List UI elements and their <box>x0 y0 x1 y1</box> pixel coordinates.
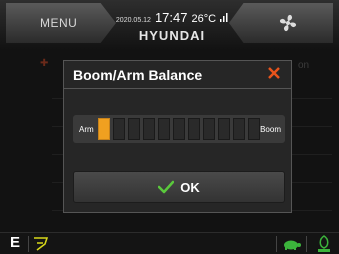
screen: MENU 2020.05.12 17:47 26°C HYUNDAI ✚ on … <box>0 0 339 254</box>
fan-icon <box>279 14 297 32</box>
close-icon <box>268 67 280 79</box>
temperature-text: 26°C <box>191 13 217 25</box>
slider-segment-active[interactable] <box>98 118 110 140</box>
menu-button[interactable]: MENU <box>6 3 116 43</box>
brand-logo: HYUNDAI <box>138 28 206 43</box>
menu-button-label: MENU <box>40 16 78 30</box>
time-text: 17:47 <box>154 10 188 25</box>
slider-segment[interactable] <box>113 118 125 140</box>
bottom-bar: E <box>0 232 339 254</box>
mode-e-indicator[interactable]: E <box>4 234 26 254</box>
slider-segment[interactable] <box>158 118 170 140</box>
balance-slider[interactable]: Arm Boom <box>73 115 285 143</box>
status-block: 2020.05.12 17:47 26°C HYUNDAI <box>112 0 232 50</box>
check-icon <box>158 180 175 194</box>
boom-arm-balance-dialog: Boom/Arm Balance Arm Boom OK <box>63 60 292 213</box>
signal-icon <box>220 9 228 27</box>
divider <box>276 236 277 252</box>
slider-segments <box>98 118 260 140</box>
slider-segment[interactable] <box>218 118 230 140</box>
slider-label-boom: Boom <box>260 125 281 134</box>
slider-segment[interactable] <box>203 118 215 140</box>
bucket-icon[interactable] <box>32 235 50 254</box>
ok-button[interactable]: OK <box>73 171 285 203</box>
slider-segment[interactable] <box>188 118 200 140</box>
ok-button-label: OK <box>180 179 200 195</box>
slider-segment[interactable] <box>143 118 155 140</box>
background-plus-icon: ✚ <box>40 58 49 69</box>
slider-segment[interactable] <box>233 118 245 140</box>
slider-segment[interactable] <box>248 118 260 140</box>
fan-button[interactable] <box>229 3 333 43</box>
divider <box>28 236 29 252</box>
top-bar: MENU 2020.05.12 17:47 26°C HYUNDAI <box>0 0 339 50</box>
close-button[interactable] <box>264 63 284 83</box>
dialog-title: Boom/Arm Balance <box>73 67 203 83</box>
slider-segment[interactable] <box>128 118 140 140</box>
divider <box>306 236 307 252</box>
dialog-divider <box>64 88 291 89</box>
eco-icon[interactable] <box>314 234 334 254</box>
slider-label-arm: Arm <box>79 125 94 134</box>
turtle-icon[interactable] <box>282 237 302 254</box>
date-text: 2020.05.12 <box>115 17 151 24</box>
background-header-fragment: on <box>298 60 310 71</box>
slider-segment[interactable] <box>173 118 185 140</box>
dialog-header: Boom/Arm Balance <box>64 61 291 87</box>
